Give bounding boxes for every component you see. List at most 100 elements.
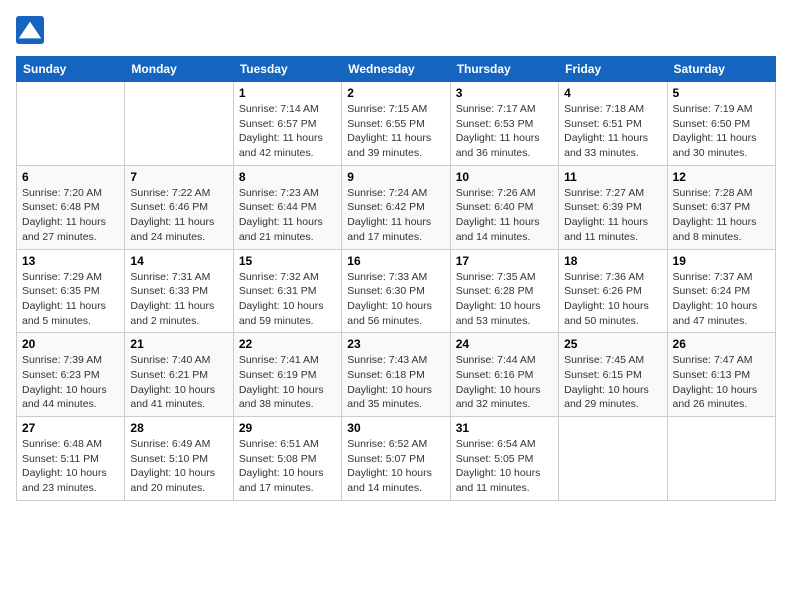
day-info: Sunrise: 6:49 AMSunset: 5:10 PMDaylight:… bbox=[130, 437, 227, 496]
day-number: 23 bbox=[347, 337, 444, 351]
day-header-monday: Monday bbox=[125, 57, 233, 82]
calendar-cell: 8 Sunrise: 7:23 AMSunset: 6:44 PMDaylight… bbox=[233, 165, 341, 249]
calendar-cell bbox=[559, 417, 667, 501]
calendar-cell: 7 Sunrise: 7:22 AMSunset: 6:46 PMDaylight… bbox=[125, 165, 233, 249]
day-number: 18 bbox=[564, 254, 661, 268]
calendar-cell: 1 Sunrise: 7:14 AMSunset: 6:57 PMDaylight… bbox=[233, 82, 341, 166]
calendar-cell bbox=[17, 82, 125, 166]
calendar-cell: 26 Sunrise: 7:47 AMSunset: 6:13 PMDayligh… bbox=[667, 333, 775, 417]
calendar-cell: 22 Sunrise: 7:41 AMSunset: 6:19 PMDayligh… bbox=[233, 333, 341, 417]
calendar-cell bbox=[125, 82, 233, 166]
day-number: 13 bbox=[22, 254, 119, 268]
day-number: 10 bbox=[456, 170, 553, 184]
day-number: 1 bbox=[239, 86, 336, 100]
day-number: 17 bbox=[456, 254, 553, 268]
calendar-cell: 4Sunrise: 7:18 AMSunset: 6:51 PMDaylight… bbox=[559, 82, 667, 166]
calendar-cell: 5Sunrise: 7:19 AMSunset: 6:50 PMDaylight… bbox=[667, 82, 775, 166]
day-number: 8 bbox=[239, 170, 336, 184]
calendar-week-2: 6 Sunrise: 7:20 AMSunset: 6:48 PMDaylight… bbox=[17, 165, 776, 249]
day-number: 14 bbox=[130, 254, 227, 268]
day-number: 16 bbox=[347, 254, 444, 268]
day-number: 27 bbox=[22, 421, 119, 435]
calendar-cell: 28Sunrise: 6:49 AMSunset: 5:10 PMDayligh… bbox=[125, 417, 233, 501]
calendar-cell: 24 Sunrise: 7:44 AMSunset: 6:16 PMDayligh… bbox=[450, 333, 558, 417]
logo bbox=[16, 16, 48, 44]
day-number: 26 bbox=[673, 337, 770, 351]
day-header-saturday: Saturday bbox=[667, 57, 775, 82]
calendar-table: SundayMondayTuesdayWednesdayThursdayFrid… bbox=[16, 56, 776, 501]
day-info: Sunrise: 7:27 AMSunset: 6:39 PMDaylight:… bbox=[564, 186, 661, 245]
day-number: 6 bbox=[22, 170, 119, 184]
calendar-cell: 20 Sunrise: 7:39 AMSunset: 6:23 PMDayligh… bbox=[17, 333, 125, 417]
day-number: 19 bbox=[673, 254, 770, 268]
day-number: 31 bbox=[456, 421, 553, 435]
day-info: Sunrise: 7:36 AMSunset: 6:26 PMDaylight:… bbox=[564, 270, 661, 329]
calendar-cell: 2 Sunrise: 7:15 AMSunset: 6:55 PMDaylight… bbox=[342, 82, 450, 166]
day-info: Sunrise: 7:47 AMSunset: 6:13 PMDaylight:… bbox=[673, 353, 770, 412]
day-number: 2 bbox=[347, 86, 444, 100]
day-info: Sunrise: 7:40 AMSunset: 6:21 PMDaylight:… bbox=[130, 353, 227, 412]
day-info: Sunrise: 7:14 AMSunset: 6:57 PMDaylight:… bbox=[239, 102, 336, 161]
calendar-cell: 14 Sunrise: 7:31 AMSunset: 6:33 PMDayligh… bbox=[125, 249, 233, 333]
calendar-week-5: 27Sunrise: 6:48 AMSunset: 5:11 PMDayligh… bbox=[17, 417, 776, 501]
day-number: 12 bbox=[673, 170, 770, 184]
calendar-cell: 21 Sunrise: 7:40 AMSunset: 6:21 PMDayligh… bbox=[125, 333, 233, 417]
day-info: Sunrise: 7:35 AMSunset: 6:28 PMDaylight:… bbox=[456, 270, 553, 329]
day-number: 7 bbox=[130, 170, 227, 184]
day-number: 22 bbox=[239, 337, 336, 351]
day-info: Sunrise: 7:32 AMSunset: 6:31 PMDaylight:… bbox=[239, 270, 336, 329]
day-info: Sunrise: 7:22 AMSunset: 6:46 PMDaylight:… bbox=[130, 186, 227, 245]
day-info: Sunrise: 7:33 AMSunset: 6:30 PMDaylight:… bbox=[347, 270, 444, 329]
day-info: Sunrise: 7:41 AMSunset: 6:19 PMDaylight:… bbox=[239, 353, 336, 412]
calendar-cell: 12Sunrise: 7:28 AMSunset: 6:37 PMDayligh… bbox=[667, 165, 775, 249]
day-header-sunday: Sunday bbox=[17, 57, 125, 82]
calendar-cell: 13 Sunrise: 7:29 AMSunset: 6:35 PMDayligh… bbox=[17, 249, 125, 333]
calendar-cell: 6 Sunrise: 7:20 AMSunset: 6:48 PMDaylight… bbox=[17, 165, 125, 249]
day-number: 21 bbox=[130, 337, 227, 351]
day-number: 24 bbox=[456, 337, 553, 351]
day-number: 20 bbox=[22, 337, 119, 351]
day-info: Sunrise: 7:29 AMSunset: 6:35 PMDaylight:… bbox=[22, 270, 119, 329]
day-info: Sunrise: 7:20 AMSunset: 6:48 PMDaylight:… bbox=[22, 186, 119, 245]
calendar-cell bbox=[667, 417, 775, 501]
day-number: 9 bbox=[347, 170, 444, 184]
calendar-week-4: 20 Sunrise: 7:39 AMSunset: 6:23 PMDayligh… bbox=[17, 333, 776, 417]
calendar-cell: 16 Sunrise: 7:33 AMSunset: 6:30 PMDayligh… bbox=[342, 249, 450, 333]
day-info: Sunrise: 7:15 AMSunset: 6:55 PMDaylight:… bbox=[347, 102, 444, 161]
calendar-cell: 19 Sunrise: 7:37 AMSunset: 6:24 PMDayligh… bbox=[667, 249, 775, 333]
calendar-cell: 11 Sunrise: 7:27 AMSunset: 6:39 PMDayligh… bbox=[559, 165, 667, 249]
day-info: Sunrise: 7:39 AMSunset: 6:23 PMDaylight:… bbox=[22, 353, 119, 412]
calendar-cell: 29 Sunrise: 6:51 AMSunset: 5:08 PMDayligh… bbox=[233, 417, 341, 501]
day-number: 15 bbox=[239, 254, 336, 268]
day-info: Sunrise: 7:44 AMSunset: 6:16 PMDaylight:… bbox=[456, 353, 553, 412]
day-info: Sunrise: 7:31 AMSunset: 6:33 PMDaylight:… bbox=[130, 270, 227, 329]
day-header-thursday: Thursday bbox=[450, 57, 558, 82]
day-info: Sunrise: 7:45 AMSunset: 6:15 PMDaylight:… bbox=[564, 353, 661, 412]
calendar-week-3: 13 Sunrise: 7:29 AMSunset: 6:35 PMDayligh… bbox=[17, 249, 776, 333]
day-info: Sunrise: 7:23 AMSunset: 6:44 PMDaylight:… bbox=[239, 186, 336, 245]
calendar-week-1: 1 Sunrise: 7:14 AMSunset: 6:57 PMDaylight… bbox=[17, 82, 776, 166]
calendar-cell: 30 Sunrise: 6:52 AMSunset: 5:07 PMDayligh… bbox=[342, 417, 450, 501]
day-info: Sunrise: 6:52 AMSunset: 5:07 PMDaylight:… bbox=[347, 437, 444, 496]
day-info: Sunrise: 7:19 AMSunset: 6:50 PMDaylight:… bbox=[673, 102, 770, 161]
calendar-cell: 15 Sunrise: 7:32 AMSunset: 6:31 PMDayligh… bbox=[233, 249, 341, 333]
calendar-cell: 31 Sunrise: 6:54 AMSunset: 5:05 PMDayligh… bbox=[450, 417, 558, 501]
day-number: 25 bbox=[564, 337, 661, 351]
day-info: Sunrise: 7:37 AMSunset: 6:24 PMDaylight:… bbox=[673, 270, 770, 329]
calendar-cell: 25 Sunrise: 7:45 AMSunset: 6:15 PMDayligh… bbox=[559, 333, 667, 417]
day-header-wednesday: Wednesday bbox=[342, 57, 450, 82]
day-number: 29 bbox=[239, 421, 336, 435]
calendar-cell: 27Sunrise: 6:48 AMSunset: 5:11 PMDayligh… bbox=[17, 417, 125, 501]
calendar-cell: 23Sunrise: 7:43 AMSunset: 6:18 PMDayligh… bbox=[342, 333, 450, 417]
calendar-cell: 18 Sunrise: 7:36 AMSunset: 6:26 PMDayligh… bbox=[559, 249, 667, 333]
day-info: Sunrise: 6:54 AMSunset: 5:05 PMDaylight:… bbox=[456, 437, 553, 496]
day-info: Sunrise: 6:51 AMSunset: 5:08 PMDaylight:… bbox=[239, 437, 336, 496]
day-info: Sunrise: 7:24 AMSunset: 6:42 PMDaylight:… bbox=[347, 186, 444, 245]
calendar-cell: 9 Sunrise: 7:24 AMSunset: 6:42 PMDaylight… bbox=[342, 165, 450, 249]
calendar-cell: 17 Sunrise: 7:35 AMSunset: 6:28 PMDayligh… bbox=[450, 249, 558, 333]
day-number: 30 bbox=[347, 421, 444, 435]
day-header-tuesday: Tuesday bbox=[233, 57, 341, 82]
day-number: 11 bbox=[564, 170, 661, 184]
day-number: 4 bbox=[564, 86, 661, 100]
calendar-cell: 3Sunrise: 7:17 AMSunset: 6:53 PMDaylight… bbox=[450, 82, 558, 166]
